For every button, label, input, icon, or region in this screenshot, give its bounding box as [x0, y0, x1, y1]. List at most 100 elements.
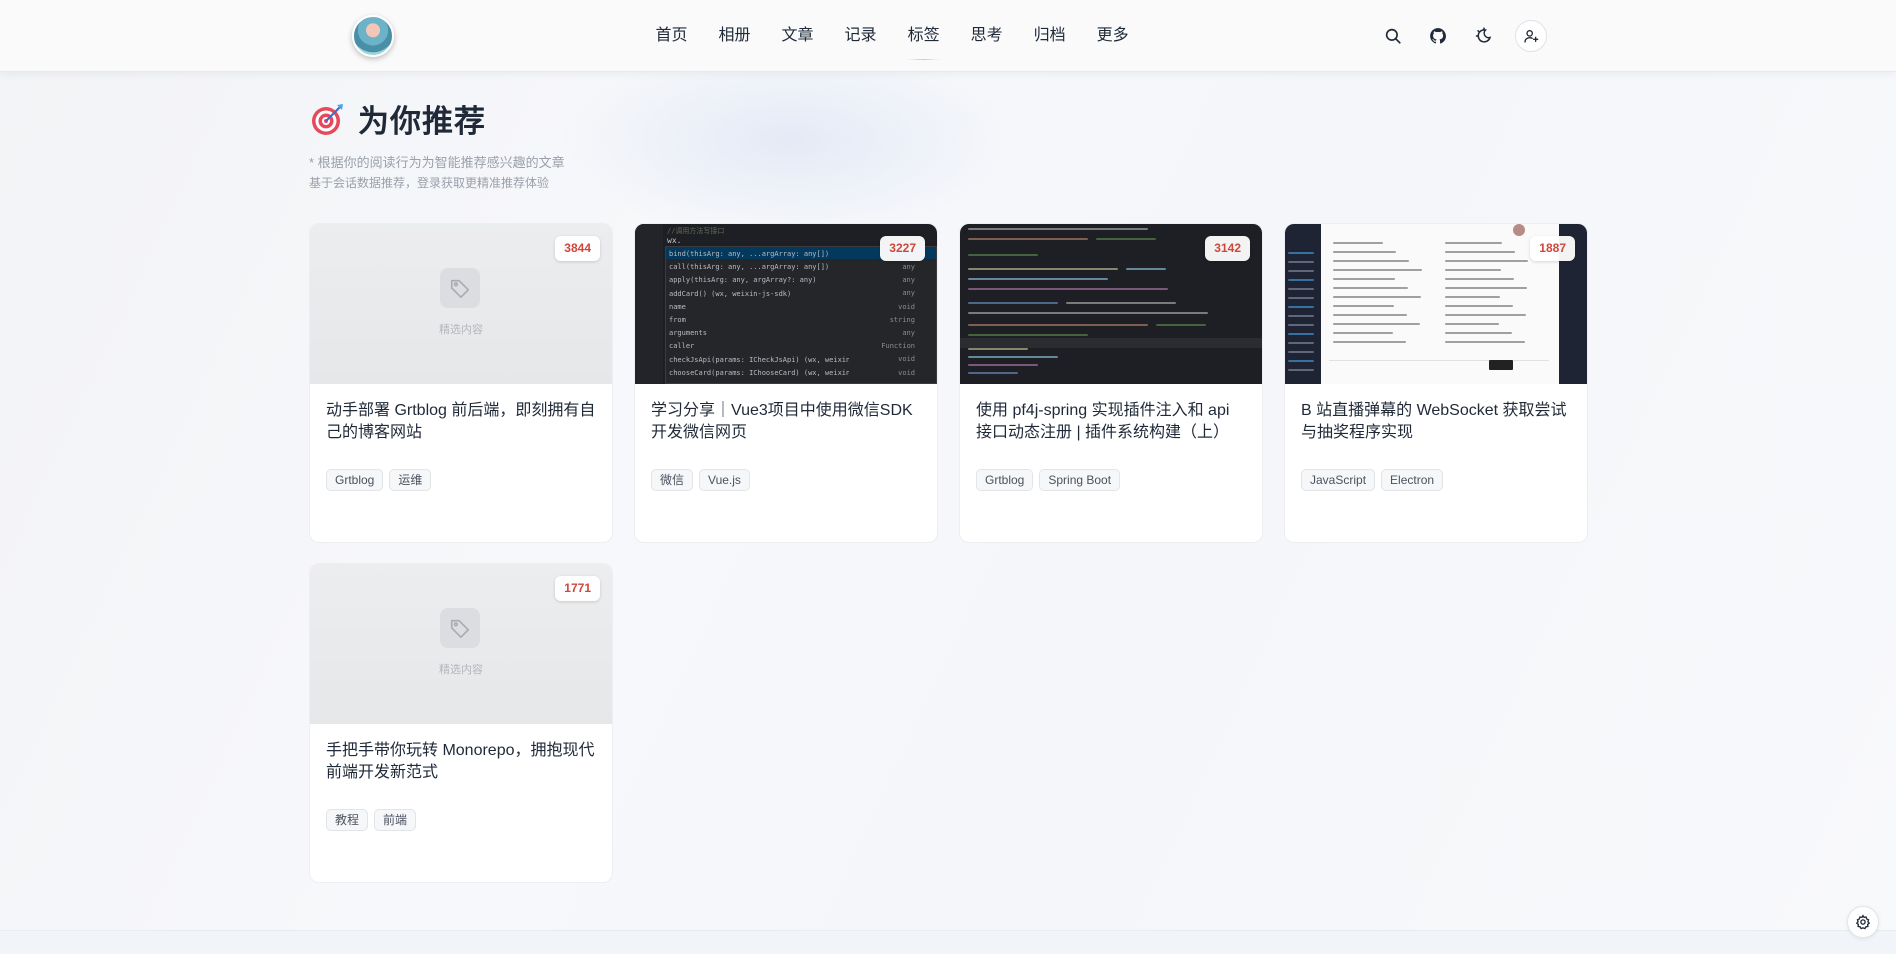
card-tag[interactable]: Spring Boot: [1039, 469, 1121, 491]
github-icon[interactable]: [1426, 24, 1450, 48]
user-add-icon[interactable]: [1515, 20, 1547, 52]
code-line: [1288, 342, 1314, 344]
code-line: [968, 312, 1208, 314]
card-tag[interactable]: Vue.js: [699, 469, 750, 491]
text-line: [1333, 287, 1408, 289]
footer-strip: [0, 930, 1896, 954]
card-tag[interactable]: Grtblog: [976, 469, 1034, 491]
code-line: [1288, 252, 1314, 254]
avatar[interactable]: [352, 15, 394, 57]
target-icon: [312, 103, 343, 135]
text-line: [1333, 332, 1393, 334]
text-line: [1445, 251, 1515, 253]
text-line: [1333, 260, 1409, 262]
page-heading: 为你推荐: [310, 96, 486, 141]
text-line: [1333, 314, 1407, 316]
app-window: [1321, 224, 1559, 384]
code-line: wx.: [667, 236, 682, 245]
view-count-badge: 1771: [555, 576, 600, 601]
card-tag[interactable]: JavaScript: [1301, 469, 1376, 491]
code-line: [1288, 324, 1314, 326]
article-card[interactable]: 1887 B 站直播弹幕的 WebSocket 获取尝试与抽奖程序实现 Java…: [1284, 223, 1588, 543]
code-line: [968, 228, 1148, 230]
code-line: [968, 348, 1028, 350]
article-card[interactable]: 精选内容 1771 手把手带你玩转 Monorepo，拥抱现代前端开发新范式 教…: [309, 563, 613, 883]
code-line: [968, 356, 1058, 358]
card-title[interactable]: 学习分享｜Vue3项目中使用微信SDK开发微信网页: [651, 400, 923, 444]
text-line: [1333, 296, 1421, 298]
text-line: [1445, 314, 1526, 316]
tag-icon: [440, 608, 480, 648]
code-line: [968, 254, 1038, 256]
article-card[interactable]: //调用方法写接口 wx. bind(thisArg: any, ...argA…: [634, 223, 938, 543]
card-thumbnail-placeholder: 精选内容 1771: [310, 564, 612, 724]
text-line: [1445, 278, 1514, 280]
card-tag[interactable]: 微信: [651, 469, 694, 491]
tag-icon: [440, 268, 480, 308]
main-nav: 首页 相册 文章 记录 标签 思考 归档 更多: [640, 0, 1144, 72]
page-title: 为你推荐: [358, 104, 486, 139]
text-line: [1445, 323, 1499, 325]
card-title[interactable]: B 站直播弹幕的 WebSocket 获取尝试与抽奖程序实现: [1301, 400, 1573, 444]
autocomplete-list: bind(thisArg: any, ...argArray: any[]) c…: [669, 250, 849, 377]
code-line: [968, 302, 1058, 304]
text-line: [1445, 260, 1528, 262]
nav-item-tags[interactable]: 标签: [892, 0, 955, 72]
card-thumbnail-app-window: 1887: [1285, 224, 1587, 384]
code-line: [968, 372, 1018, 374]
card-title[interactable]: 手把手带你玩转 Monorepo，拥抱现代前端开发新范式: [326, 740, 598, 784]
nav-item-articles[interactable]: 文章: [766, 0, 829, 72]
article-card[interactable]: 3142 使用 pf4j-spring 实现插件注入和 api 接口动态注册 |…: [959, 223, 1263, 543]
text-line: [1445, 341, 1525, 343]
text-line: [1333, 305, 1394, 307]
code-line: [1288, 261, 1314, 263]
card-title[interactable]: 动手部署 Grtblog 前后端，即刻拥有自己的博客网站: [326, 400, 598, 444]
text-line: [1445, 332, 1512, 334]
nav-item-home[interactable]: 首页: [640, 0, 703, 72]
theme-toggle-icon[interactable]: [1472, 24, 1496, 48]
code-line: [968, 288, 1168, 290]
view-count-badge: 3844: [555, 236, 600, 261]
code-line: [1288, 279, 1314, 281]
code-line: [1156, 324, 1206, 326]
text-line: [1445, 242, 1502, 244]
nav-item-records[interactable]: 记录: [829, 0, 892, 72]
card-title[interactable]: 使用 pf4j-spring 实现插件注入和 api 接口动态注册 | 插件系统…: [976, 400, 1248, 444]
code-line: [1066, 302, 1176, 304]
code-comment: //调用方法写接口: [667, 227, 725, 235]
text-line: [1445, 305, 1513, 307]
card-thumbnail-code-autocomplete: //调用方法写接口 wx. bind(thisArg: any, ...argA…: [635, 224, 937, 384]
code-line: [1288, 333, 1314, 335]
code-line: [1288, 288, 1314, 290]
page-subtitle-note: 基于会话数据推荐，登录获取更精准推荐体验: [309, 176, 550, 190]
settings-gear-icon[interactable]: [1847, 906, 1879, 938]
card-thumbnail-placeholder: 精选内容 3844: [310, 224, 612, 384]
nav-item-archive[interactable]: 归档: [1018, 0, 1081, 72]
placeholder-label: 精选内容: [439, 664, 483, 676]
card-tag[interactable]: 运维: [389, 469, 432, 491]
text-line: [1445, 269, 1501, 271]
code-line: [1096, 238, 1156, 240]
card-tag[interactable]: Electron: [1381, 469, 1444, 491]
text-line: [1445, 296, 1500, 298]
nav-item-more[interactable]: 更多: [1081, 0, 1144, 72]
nav-item-thinking[interactable]: 思考: [955, 0, 1018, 72]
card-tag[interactable]: 教程: [326, 809, 369, 831]
article-card[interactable]: 精选内容 3844 动手部署 Grtblog 前后端，即刻拥有自己的博客网站 G…: [309, 223, 613, 543]
search-icon[interactable]: [1381, 24, 1405, 48]
code-line: [968, 278, 1108, 280]
code-line: [1288, 351, 1314, 353]
site-header: 首页 相册 文章 记录 标签 思考 归档 更多: [0, 0, 1896, 72]
code-line: [1288, 360, 1314, 362]
card-tag[interactable]: Grtblog: [326, 469, 384, 491]
text-line: [1333, 269, 1422, 271]
page-subtitle: * 根据你的阅读行为为智能推荐感兴趣的文章: [309, 155, 565, 170]
text-line: [1333, 323, 1420, 325]
code-line: [1288, 297, 1314, 299]
code-line: [968, 364, 1038, 366]
nav-item-album[interactable]: 相册: [703, 0, 766, 72]
card-tag[interactable]: 前端: [374, 809, 417, 831]
code-line: [968, 268, 1118, 270]
code-highlight: [960, 338, 1262, 348]
code-line: [1288, 315, 1314, 317]
